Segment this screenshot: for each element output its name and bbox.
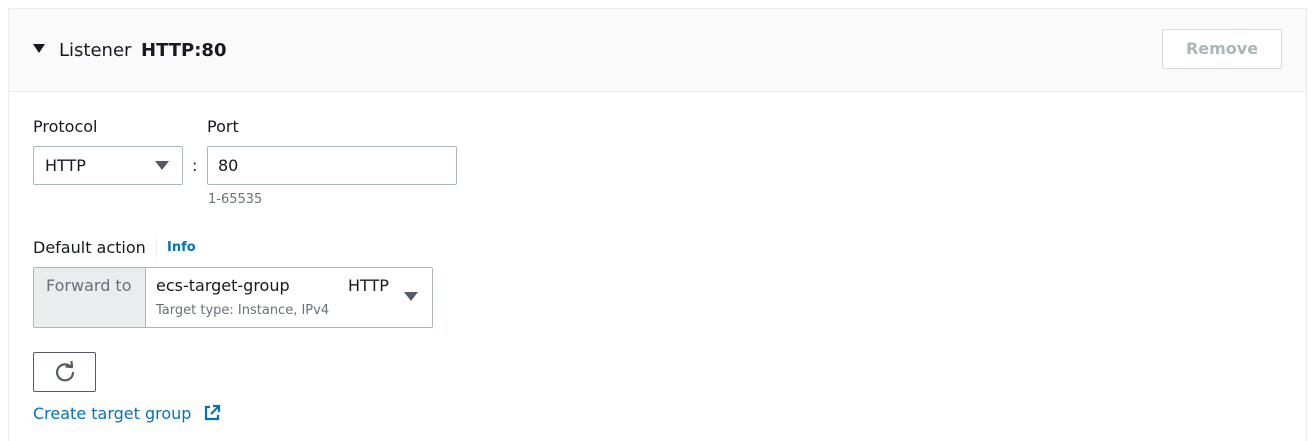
port-input-value: 80 [218,156,239,175]
protocol-port-separator: : [192,156,198,175]
target-group-protocol: HTTP [348,276,389,295]
caret-down-icon [404,292,418,301]
refresh-button[interactable] [33,352,96,392]
create-target-group-link[interactable]: Create target group [33,401,221,423]
port-input[interactable]: 80 [207,146,457,185]
protocol-label: Protocol [33,117,98,136]
forward-to-label: Forward to [46,276,132,295]
port-hint: 1-65535 [208,192,263,207]
external-link-icon [204,404,220,421]
port-label: Port [207,117,239,136]
protocol-select[interactable]: HTTP [33,146,183,185]
default-action-label: Default action [33,238,146,257]
listener-value: HTTP:80 [141,40,227,61]
label-divider [156,238,157,258]
forward-to-addon: Forward to [34,268,146,327]
listener-panel: Listener HTTP:80 Remove Protocol HTTP : … [8,8,1307,441]
target-type-text: Target type: Instance, IPv4 [156,303,330,318]
target-group-name: ecs-target-group [156,276,290,295]
refresh-icon [55,361,75,382]
remove-button[interactable]: Remove [1162,29,1282,69]
caret-down-icon[interactable] [33,44,45,53]
listener-header[interactable]: Listener HTTP:80 Remove [9,9,1306,92]
caret-down-icon [155,161,169,170]
default-action-select[interactable]: Forward to ecs-target-group HTTP Target … [33,267,433,328]
create-target-group-label: Create target group [33,404,192,423]
info-link[interactable]: Info [167,240,196,255]
listener-label: Listener [59,40,132,61]
protocol-select-value: HTTP [45,156,86,175]
